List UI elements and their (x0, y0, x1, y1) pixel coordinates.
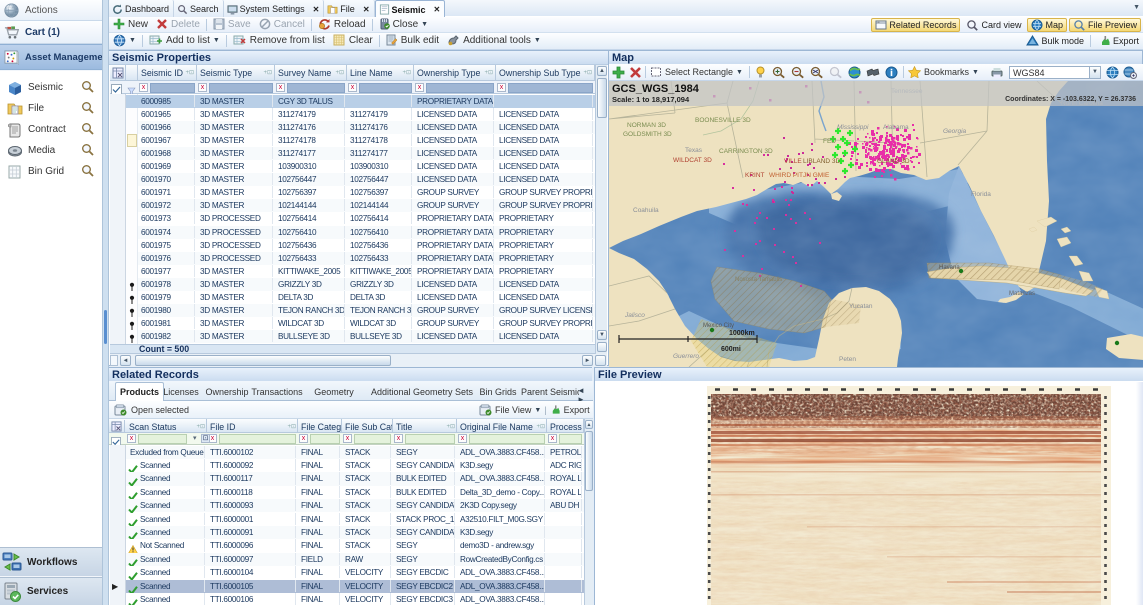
svg-text:Florida: Florida (971, 191, 991, 198)
svg-text:Havana: Havana (939, 265, 960, 271)
svg-text:Scale: 1 to 18,917,094: Scale: 1 to 18,917,094 (612, 95, 690, 104)
svg-text:1000km: 1000km (729, 330, 755, 337)
svg-text:VILLE: VILLE (784, 158, 802, 165)
svg-text:Georgia: Georgia (943, 128, 967, 135)
svg-text:600mi: 600mi (721, 346, 741, 353)
svg-text:Mississippi: Mississippi (837, 124, 869, 131)
svg-text:Matanzas: Matanzas (1009, 291, 1035, 297)
svg-text:CARRINGTON 3D: CARRINGTON 3D (719, 148, 773, 155)
svg-text:BOONESVILLE 3D: BOONESVILLE 3D (695, 117, 751, 124)
svg-text:Yucatan: Yucatan (849, 303, 873, 310)
svg-text:LIBLAND 3D: LIBLAND 3D (803, 158, 841, 165)
svg-text:GLAND 3D: GLAND 3D (877, 158, 910, 165)
svg-text:Texas: Texas (685, 147, 703, 154)
svg-text:FED: FED (823, 138, 836, 145)
svg-text:WHIRD PITJN GMIE: WHIRD PITJN GMIE (769, 172, 830, 179)
svg-text:Guerrero: Guerrero (673, 353, 699, 360)
svg-text:Jalisco: Jalisco (624, 312, 645, 319)
svg-text:Nososta Tamaulis: Nososta Tamaulis (735, 277, 782, 283)
svg-text:NORMAN 3D: NORMAN 3D (627, 122, 666, 129)
svg-text:Coordinates: X = -103.6322, Y: Coordinates: X = -103.6322, Y = 26.3736 (1005, 96, 1136, 103)
svg-text:Peten: Peten (839, 356, 856, 363)
svg-text:GOLDSMITH 3D: GOLDSMITH 3D (623, 131, 672, 138)
svg-text:WILDCAT 3D: WILDCAT 3D (673, 157, 712, 164)
svg-text:Mexico City: Mexico City (703, 323, 734, 329)
svg-text:KRINT: KRINT (745, 172, 765, 179)
svg-text:Alabama: Alabama (883, 124, 909, 131)
svg-text:Coahuila: Coahuila (633, 207, 659, 214)
svg-text:GCS_WGS_1984: GCS_WGS_1984 (612, 83, 700, 95)
